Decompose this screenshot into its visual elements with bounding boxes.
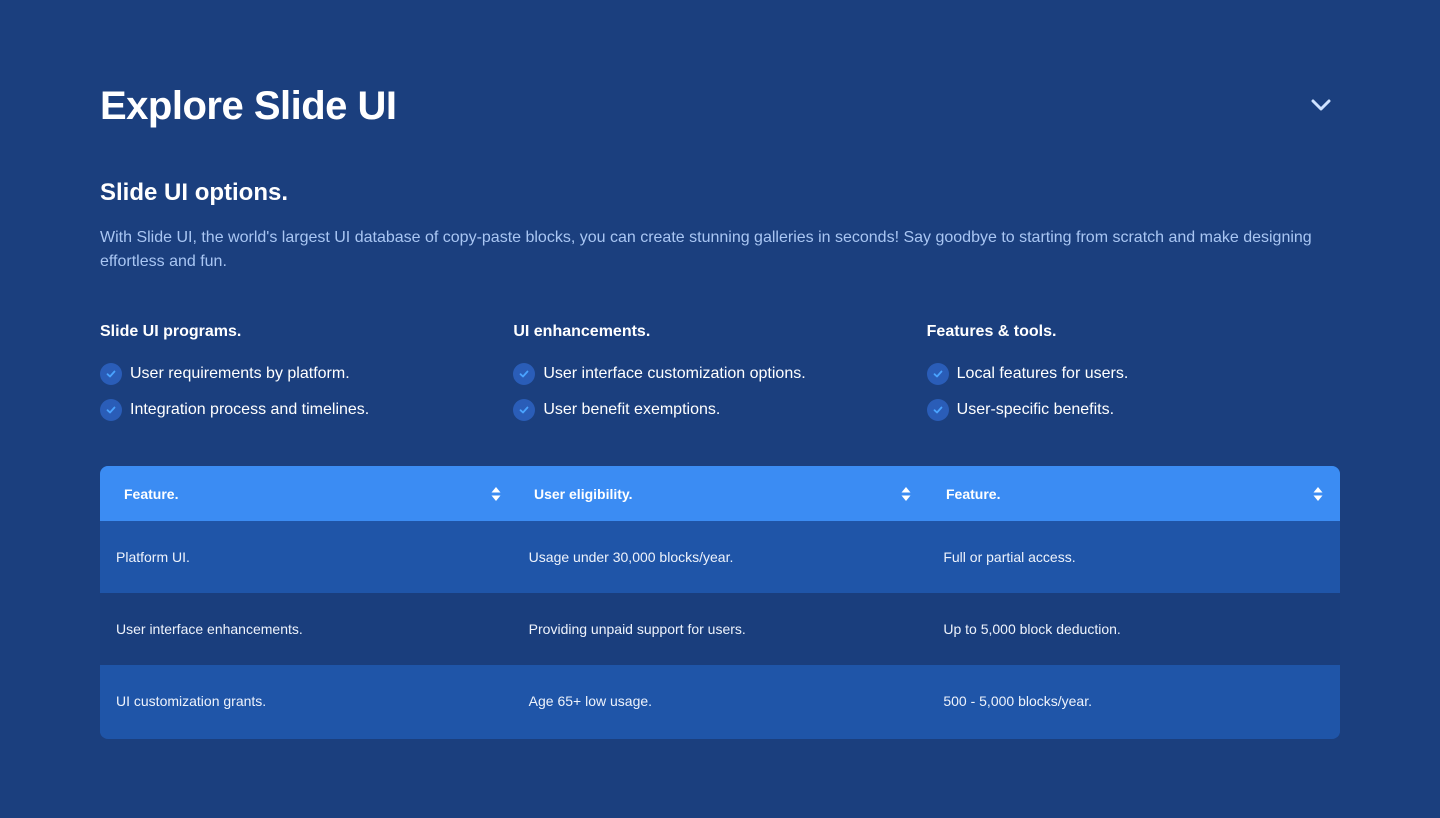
section-title: Slide UI options. — [100, 179, 289, 206]
column-enhancements: UI enhancements. User interface customiz… — [513, 322, 926, 434]
feature-columns: Slide UI programs. User requirements by … — [100, 322, 1340, 434]
table-cell: Usage under 30,000 blocks/year. — [528, 549, 734, 565]
check-icon — [926, 399, 949, 421]
sort-icon — [1313, 486, 1323, 501]
sort-header-feature[interactable]: Feature. — [100, 466, 518, 521]
list-item-label: User requirements by platform. — [130, 365, 350, 382]
list-item: User requirements by platform. — [100, 362, 513, 386]
page-title: Explore Slide UI — [100, 84, 397, 128]
table-cell: 500 - 5,000 blocks/year. — [943, 693, 1092, 709]
check-icon — [513, 363, 536, 385]
table-cell: Platform UI. — [116, 549, 190, 565]
column-header-label: Feature. — [124, 485, 179, 502]
section-description: With Slide UI, the world's largest UI da… — [100, 229, 1312, 270]
chevron-down-icon — [1311, 99, 1331, 111]
column-programs: Slide UI programs. User requirements by … — [100, 322, 513, 434]
collapse-toggle-button[interactable] — [1306, 92, 1336, 118]
column-title: Features & tools. — [926, 323, 1057, 340]
list-item: Integration process and timelines. — [100, 398, 513, 422]
sort-icon — [901, 486, 911, 501]
list-item-label: User benefit exemptions. — [543, 401, 721, 418]
table-cell: UI customization grants. — [116, 693, 267, 709]
check-icon — [100, 363, 122, 385]
header: Explore Slide UI — [100, 80, 1340, 136]
table-row: User interface enhancements. Providing u… — [100, 593, 1340, 665]
table-row: UI customization grants. Age 65+ low usa… — [100, 665, 1340, 737]
list-item: User interface customization options. — [513, 362, 926, 386]
column-title: Slide UI programs. — [100, 323, 242, 340]
list-item-label: Local features for users. — [956, 365, 1129, 382]
column-features-tools: Features & tools. Local features for use… — [926, 322, 1340, 434]
table-cell: Up to 5,000 block deduction. — [943, 621, 1121, 637]
table-cell: Full or partial access. — [943, 549, 1076, 565]
table-row: Platform UI. Usage under 30,000 blocks/y… — [100, 521, 1340, 593]
list-item-label: Integration process and timelines. — [130, 401, 370, 418]
sort-header-eligibility[interactable]: User eligibility. — [518, 466, 928, 521]
list-item-label: User-specific benefits. — [956, 401, 1115, 418]
sort-header-feature-2[interactable]: Feature. — [928, 466, 1340, 521]
check-icon — [100, 399, 122, 421]
comparison-table: Feature. User eligibility. Feature. Plat… — [100, 466, 1340, 739]
column-title: UI enhancements. — [513, 323, 651, 340]
page: Explore Slide UI Slide UI options. With … — [0, 0, 1440, 818]
check-icon — [513, 399, 536, 421]
list-item-label: User interface customization options. — [543, 365, 806, 382]
table-cell: Age 65+ low usage. — [528, 693, 653, 709]
column-header-label: Feature. — [946, 485, 1001, 502]
check-icon — [926, 363, 949, 385]
sort-icon — [491, 486, 501, 501]
list-item: User benefit exemptions. — [513, 398, 926, 422]
table-cell: User interface enhancements. — [116, 621, 303, 637]
table-header: Feature. User eligibility. Feature. — [100, 466, 1340, 521]
column-header-label: User eligibility. — [534, 485, 633, 502]
list-item: User-specific benefits. — [926, 398, 1340, 422]
table-cell: Providing unpaid support for users. — [528, 621, 746, 637]
list-item: Local features for users. — [926, 362, 1340, 386]
